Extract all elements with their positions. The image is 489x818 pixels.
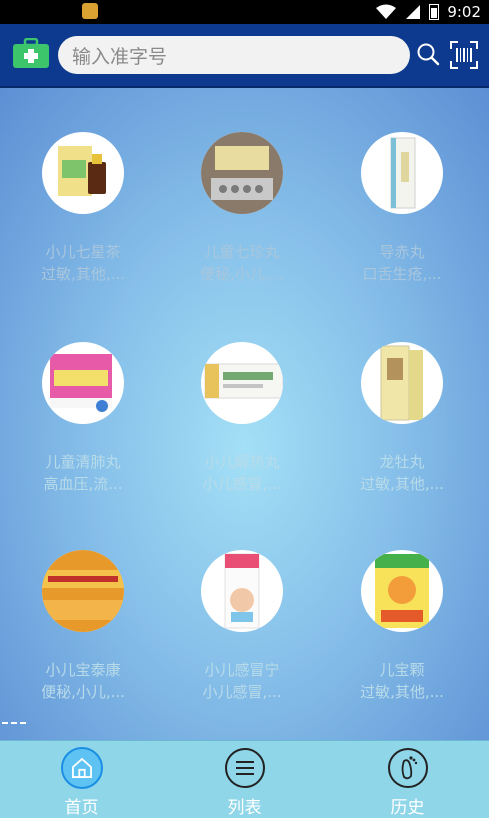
signal-icon (406, 5, 421, 19)
medicine-name: 小儿宝泰康 (45, 661, 121, 679)
medicine-name: 小儿感冒宁 (204, 661, 280, 679)
medicine-desc: 过敏,其他,... (360, 475, 444, 493)
tab-history-label: 历史 (390, 798, 425, 818)
bottom-navigation: 首页 列表 历史 (0, 740, 489, 818)
status-time: 9:02 (447, 3, 481, 21)
medicine-desc: 过敏,其他,... (360, 683, 444, 701)
medicine-desc: 便秘,小儿,... (41, 683, 125, 701)
list-icon (224, 747, 266, 789)
indicator-dots-icon (2, 722, 26, 724)
medicine-thumbnail (361, 550, 443, 632)
medicine-name: 龙牡丸 (379, 453, 425, 471)
medicine-box-image (224, 553, 260, 629)
search-icon[interactable] (416, 42, 440, 66)
medicine-desc: 小儿感冒,... (202, 683, 282, 701)
medicine-thumbnail (201, 132, 283, 214)
medicine-name: 儿宝颗 (379, 661, 425, 679)
tab-list-label: 列表 (227, 798, 262, 818)
medicine-name: 儿童七珍丸 (204, 243, 280, 261)
medicine-box-image (375, 554, 429, 628)
medicine-card[interactable]: 小儿七星茶 过敏,其他,... (3, 132, 163, 285)
medicine-name: 小儿解热丸 (204, 453, 280, 471)
medicine-box-image (204, 363, 283, 399)
medicine-box-image (380, 345, 423, 421)
medicine-card[interactable]: 小儿解热丸 小儿感冒,... (162, 342, 322, 495)
medicine-thumbnail (361, 342, 443, 424)
medicine-thumbnail (361, 132, 443, 214)
medicine-card[interactable]: 小儿感冒宁 小儿感冒,... (162, 550, 322, 703)
tab-home[interactable]: 首页 (0, 741, 163, 818)
search-placeholder: 输入准字号 (72, 45, 168, 68)
status-bar: 9:02 (0, 0, 489, 24)
battery-icon (429, 4, 440, 20)
scroll-indicator (2, 720, 32, 724)
search-input[interactable]: 输入准字号 (58, 36, 410, 74)
medicine-card[interactable]: 小儿宝泰康 便秘,小儿,... (3, 550, 163, 703)
medicine-desc: 小儿感冒,... (202, 475, 282, 493)
footprint-icon (387, 747, 429, 789)
medicine-grid: 小儿七星茶 过敏,其他,... 儿童七珍丸 便秘,小儿,... 导赤丸 口舌生疮… (0, 88, 489, 740)
home-icon (60, 747, 103, 789)
tab-home-label: 首页 (64, 798, 99, 818)
tab-list[interactable]: 列表 (163, 741, 326, 818)
medicine-card[interactable]: 儿童清肺丸 高血压,流... (3, 342, 163, 495)
medicine-desc: 便秘,小儿,... (200, 265, 284, 283)
medicine-name: 儿童清肺丸 (45, 453, 121, 471)
medicine-card[interactable]: 儿宝颗 过敏,其他,... (322, 550, 482, 703)
app-notification-icon (82, 3, 98, 19)
medicine-thumbnail (42, 342, 124, 424)
barcode-scan-icon[interactable] (450, 41, 478, 69)
medicine-box-image (390, 137, 416, 209)
medicine-thumbnail (42, 550, 124, 632)
medicine-thumbnail (201, 550, 283, 632)
medicine-name: 小儿七星茶 (45, 243, 121, 261)
medicine-box-image (201, 132, 283, 214)
medicine-card[interactable]: 儿童七珍丸 便秘,小儿,... (162, 132, 322, 285)
medicine-name: 导赤丸 (379, 243, 425, 261)
medicine-card[interactable]: 龙牡丸 过敏,其他,... (322, 342, 482, 495)
medicine-thumbnail (201, 342, 283, 424)
medicine-desc: 口舌生疮,... (362, 265, 442, 283)
top-bar: 输入准字号 (0, 24, 489, 88)
medicine-thumbnail (42, 132, 124, 214)
medicine-box-image (42, 550, 124, 632)
medicine-desc: 高血压,流... (43, 475, 123, 493)
tab-history[interactable]: 历史 (326, 741, 489, 818)
medicine-desc: 过敏,其他,... (41, 265, 125, 283)
wifi-icon (376, 4, 397, 19)
medical-kit-icon[interactable] (12, 38, 50, 70)
medicine-card[interactable]: 导赤丸 口舌生疮,... (322, 132, 482, 285)
medicine-box-image (58, 146, 106, 196)
medicine-box-image (50, 354, 112, 412)
